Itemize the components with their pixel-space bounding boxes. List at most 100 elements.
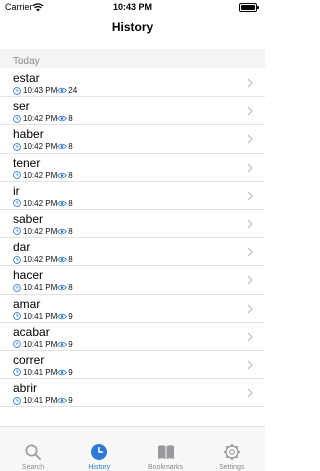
history-word: estar bbox=[13, 71, 40, 85]
history-row[interactable]: abrir 10:41 PM 9 bbox=[0, 379, 265, 408]
history-word: haber bbox=[13, 127, 44, 142]
clock-icon bbox=[13, 143, 21, 151]
tab-settings[interactable]: Settings bbox=[199, 427, 265, 471]
eye-icon bbox=[57, 115, 68, 122]
chevron-right-icon bbox=[247, 219, 253, 229]
history-meta: 10:41 PM 9 bbox=[13, 312, 73, 321]
history-time: 10:42 PM bbox=[23, 170, 58, 180]
history-row[interactable]: dar 10:42 PM 8 bbox=[0, 238, 265, 267]
history-row[interactable]: amar 10:41 PM 9 bbox=[0, 295, 265, 323]
battery-icon bbox=[239, 3, 259, 12]
history-row[interactable]: saber 10:42 PM 8 bbox=[0, 210, 265, 239]
history-row[interactable]: acabar 10:41 PM 9 bbox=[0, 323, 265, 351]
history-word: tener bbox=[13, 155, 41, 170]
eye-icon bbox=[57, 256, 68, 263]
history-time: 10:41 PM bbox=[23, 396, 58, 406]
chevron-right-icon bbox=[247, 360, 253, 370]
section-background bbox=[0, 49, 265, 68]
history-time: 10:42 PM bbox=[23, 255, 58, 265]
history-views: 9 bbox=[68, 311, 73, 321]
clock-icon bbox=[13, 255, 21, 264]
clock-icon bbox=[13, 86, 21, 95]
eye-icon bbox=[57, 144, 68, 150]
chevron-right-icon bbox=[247, 191, 253, 201]
chevron-right-icon bbox=[247, 275, 253, 285]
history-views: 8 bbox=[68, 170, 73, 180]
tab-label: History bbox=[88, 464, 111, 471]
history-word: hacer bbox=[13, 268, 44, 283]
history-time: 10:42 PM bbox=[23, 226, 58, 236]
history-meta: 10:42 PM 8 bbox=[13, 255, 73, 264]
history-time: 10:41 PM bbox=[23, 367, 58, 377]
history-row[interactable]: tener 10:42 PM 8 bbox=[0, 154, 265, 182]
status-time: 10:43 PM bbox=[112, 2, 153, 12]
history-word: ser bbox=[13, 99, 30, 114]
history-time: 10:42 PM bbox=[23, 114, 58, 124]
history-views: 8 bbox=[68, 226, 73, 236]
history-row[interactable]: correr 10:41 PM 9 bbox=[0, 351, 265, 380]
eye-icon bbox=[57, 397, 68, 404]
history-time: 10:42 PM bbox=[23, 198, 58, 208]
eye-icon bbox=[57, 87, 68, 94]
history-views: 24 bbox=[68, 86, 78, 95]
status-bar: Carrier 10:43 PM bbox=[0, 0, 265, 14]
clock-icon bbox=[13, 227, 21, 236]
tab-search[interactable]: Search bbox=[0, 427, 66, 471]
history-row[interactable]: ser 10:42 PM 8 bbox=[0, 97, 265, 126]
history-row[interactable]: haber 10:42 PM 8 bbox=[0, 125, 265, 154]
clock-icon bbox=[13, 312, 21, 320]
history-meta: 10:42 PM 8 bbox=[13, 142, 73, 151]
history-word: amar bbox=[13, 296, 41, 311]
history-row[interactable]: hacer 10:41 PM 8 bbox=[0, 266, 265, 295]
history-word: saber bbox=[13, 211, 44, 226]
eye-icon bbox=[57, 228, 68, 235]
history-time: 10:43 PM bbox=[23, 86, 58, 95]
history-meta: 10:42 PM 8 bbox=[13, 227, 73, 236]
history-time: 10:42 PM bbox=[23, 142, 58, 152]
chevron-right-icon bbox=[247, 106, 253, 116]
chevron-right-icon bbox=[247, 388, 253, 398]
chevron-right-icon bbox=[247, 332, 253, 342]
history-word: correr bbox=[13, 352, 45, 367]
tab-bookmarks[interactable]: Bookmarks bbox=[133, 427, 199, 471]
history-time: 10:41 PM bbox=[23, 311, 58, 321]
history-views: 9 bbox=[68, 339, 73, 349]
eye-icon bbox=[57, 341, 68, 347]
tab-label: Settings bbox=[219, 464, 245, 471]
eye-icon bbox=[57, 369, 68, 376]
clock-icon bbox=[13, 199, 21, 208]
clock-icon bbox=[13, 171, 21, 179]
eye-icon bbox=[57, 172, 68, 178]
page-title: History bbox=[111, 20, 154, 34]
clock-icon bbox=[13, 340, 21, 349]
eye-icon bbox=[57, 200, 68, 206]
tab-label: Bookmarks bbox=[147, 464, 183, 471]
history-row[interactable]: ir 10:42 PM 8 bbox=[0, 182, 265, 210]
clock-icon bbox=[13, 114, 21, 123]
chevron-right-icon bbox=[247, 304, 253, 313]
history-word: dar bbox=[13, 240, 31, 255]
history-views: 8 bbox=[68, 283, 73, 293]
history-views: 8 bbox=[68, 198, 73, 208]
history-meta: 10:43 PM 24 bbox=[13, 86, 77, 95]
chevron-right-icon bbox=[247, 163, 253, 173]
clock-icon bbox=[13, 396, 21, 405]
history-views: 9 bbox=[68, 367, 73, 377]
history-time: 10:41 PM bbox=[23, 283, 58, 293]
eye-icon bbox=[57, 313, 68, 319]
screen: Carrier 10:43 PM History Today estar 10:4… bbox=[0, 0, 265, 471]
history-meta: 10:42 PM 8 bbox=[13, 199, 73, 208]
history-meta: 10:42 PM 8 bbox=[13, 171, 73, 180]
history-views: 9 bbox=[68, 396, 73, 406]
history-meta: 10:41 PM 9 bbox=[13, 368, 73, 377]
history-meta: 10:41 PM 8 bbox=[13, 283, 73, 292]
history-views: 8 bbox=[68, 142, 73, 152]
history-meta: 10:42 PM 8 bbox=[13, 114, 73, 123]
tab-bar: Search History Bookmarks Settings bbox=[0, 426, 265, 471]
eye-icon bbox=[57, 285, 68, 291]
chevron-right-icon bbox=[247, 247, 253, 257]
history-time: 10:41 PM bbox=[23, 339, 58, 349]
section-header: Today bbox=[13, 56, 40, 67]
tab-history[interactable]: History bbox=[66, 427, 132, 471]
history-row[interactable]: estar 10:43 PM 24 bbox=[0, 69, 265, 98]
